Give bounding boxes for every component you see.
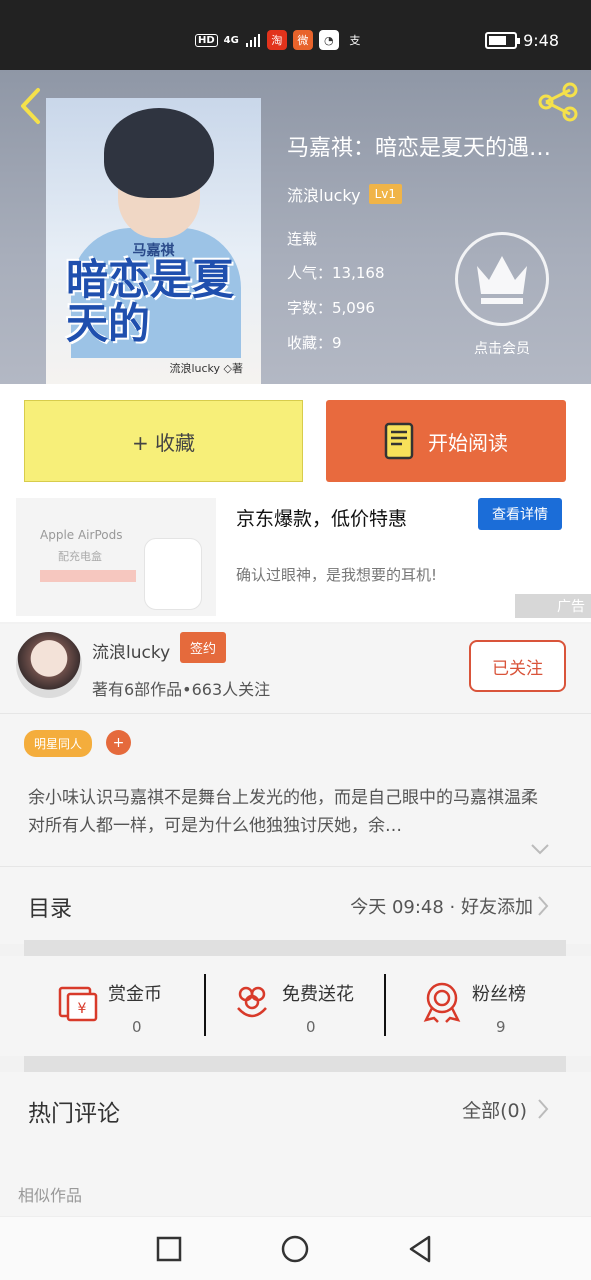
author-line: 流浪lucky Lv1 [287,182,402,206]
toc-latest-update: 今天 09:48 · 好友添加 [350,897,533,918]
description-section: 明星同人 + 余小味认识马嘉祺不是舞台上发光的他，而是自己眼中的马嘉祺温柔对所有… [0,714,591,866]
toc-label: 目录 [28,897,73,922]
similar-works-section: 相似作品 [0,1152,591,1216]
cover-title: 暗恋是夏天的 [66,255,235,348]
section-divider [24,1056,566,1072]
author-section: 流浪lucky 签约 著有6部作品•663人关注 已关注 [0,624,591,714]
ad-title[interactable]: 京东爆款，低价特惠 [236,504,407,531]
signal-strength-icon [245,34,260,47]
start-reading-label: 开始阅读 [428,430,508,455]
flower-icon [237,986,267,1018]
share-icon[interactable] [534,80,582,124]
home-circle-icon[interactable] [279,1233,311,1265]
airpods-case-image [144,538,202,610]
level-badge: Lv1 [368,184,402,204]
ad-badge: 广告 [515,594,591,618]
synopsis-text: 余小味认识马嘉祺不是舞台上发光的他，而是自己眼中的马嘉祺温柔对所有人都一样，可是… [28,788,538,836]
table-of-contents-row[interactable]: 目录 今天 09:48 · 好友添加 [0,866,591,944]
ad-image[interactable]: Apple AirPods 配充电盒 [16,498,216,616]
chevron-right-icon [538,896,549,916]
signed-badge: 签约 [180,632,227,663]
chevron-right-icon [538,1099,549,1119]
taobao-app-icon: 淘 [266,30,287,50]
author-name[interactable]: 流浪lucky [92,638,170,663]
chevron-down-icon[interactable] [530,842,550,856]
word-count: 字数：5,096 [287,299,375,317]
ad-image-title: Apple AirPods [40,528,123,542]
vip-label[interactable]: 点击会员 [455,338,549,358]
clock-app-icon: ◔ [318,30,339,50]
alipay-app-icon: 支 [349,34,361,47]
ad-image-subtitle: 配充电盒 [58,550,102,563]
medal-icon [423,982,461,1023]
weibo-app-icon: 微 [292,30,313,50]
recents-square-icon[interactable] [153,1233,185,1265]
reward-flowers-label: 免费送花 [282,984,354,1005]
reward-coins-value: 0 [132,1018,142,1036]
author-stats: 著有6部作品•663人关注 [92,680,271,699]
hd-indicator: HD [195,33,218,47]
follow-button[interactable]: 已关注 [469,640,566,692]
reward-fan-ranking-value: 9 [496,1018,506,1036]
author-avatar[interactable] [16,632,82,698]
popularity-count: 人气：13,168 [287,264,385,282]
action-bar: + 收藏 开始阅读 [0,384,591,498]
vip-button[interactable] [455,232,549,326]
reward-separator [384,974,386,1036]
book-icon [384,422,414,460]
all-comments-link[interactable]: 全部(0) [462,1096,527,1123]
reward-separator [204,974,206,1036]
rewards-row: ¥ 赏金币 0 免费送花 0 粉丝榜 9 [0,956,591,1056]
category-tag[interactable]: 明星同人 [24,730,93,757]
signal-label: 4G [223,34,239,46]
serial-status: 连载 [287,230,318,248]
back-arrow-icon[interactable] [18,86,44,126]
ad-banner[interactable]: Apple AirPods 配充电盒 京东爆款，低价特惠 查看详情 确认过眼神，… [0,498,591,622]
status-icons: HD 4G 淘 微 ◔ 支 [195,30,365,50]
reward-fan-ranking[interactable]: 粉丝榜 9 [420,966,591,1046]
battery-icon [485,32,521,49]
ad-description: 确认过眼神，是我想要的耳机! [236,566,438,584]
cover-figure-hair [104,108,214,198]
book-cover[interactable]: 马嘉祺 暗恋是夏天的 流浪lucky ◇著 [46,98,261,384]
start-reading-button[interactable]: 开始阅读 [326,400,566,482]
similar-works-label: 相似作品 [18,1186,83,1205]
favorites-count: 收藏：9 [287,334,342,352]
reward-coins[interactable]: ¥ 赏金币 0 [56,966,236,1046]
svg-text:¥: ¥ [78,1001,87,1017]
collect-button[interactable]: + 收藏 [24,400,303,482]
cover-author: 流浪lucky ◇著 [169,362,243,375]
system-navigation-bar [0,1216,591,1280]
ad-badge-label: 广告 [557,599,585,615]
book-title: 马嘉祺：暗恋是夏天的遇… [287,136,552,161]
ad-details-button[interactable]: 查看详情 [478,498,562,530]
section-divider [24,940,566,956]
clock: 9:48 [523,31,559,50]
reward-flowers[interactable]: 免费送花 0 [230,966,410,1046]
ad-image-tag [40,570,136,582]
hot-comments-row[interactable]: 热门评论 全部(0) [0,1072,591,1152]
status-bar: HD 4G 淘 微 ◔ 支 9:48 [0,0,591,70]
hot-comments-label: 热门评论 [28,1101,120,1127]
coin-envelope-icon: ¥ [58,986,98,1022]
reward-flowers-value: 0 [306,1018,316,1036]
back-triangle-icon[interactable] [405,1233,437,1265]
header-author-name[interactable]: 流浪lucky [287,182,361,206]
crown-icon [477,256,527,304]
add-tag-button[interactable]: + [106,730,131,755]
reward-coins-label: 赏金币 [108,984,162,1005]
reward-fan-ranking-label: 粉丝榜 [472,984,526,1005]
